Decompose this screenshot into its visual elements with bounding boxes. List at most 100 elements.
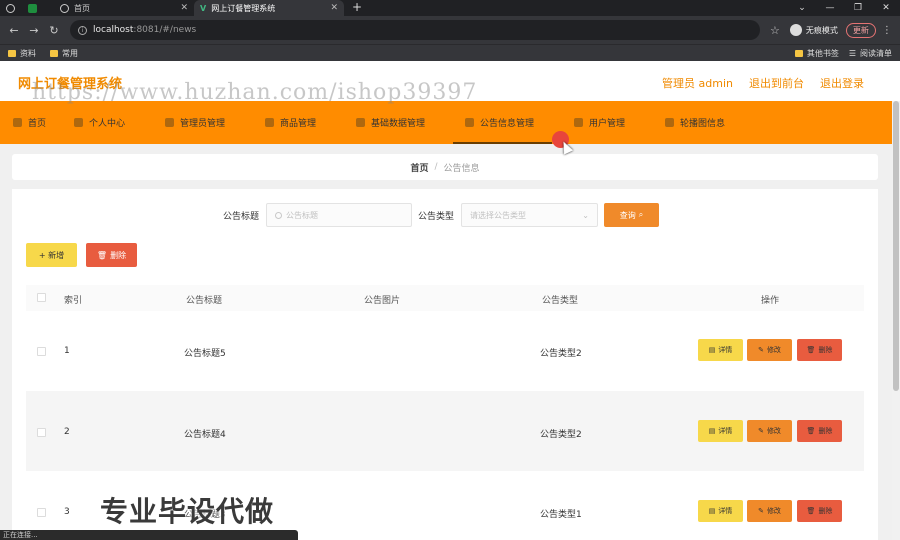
status-bar: 正在连接... [0,530,298,540]
browser-tab-pinned[interactable] [0,0,54,16]
col-index: 索引 [64,296,83,306]
add-label: + 新增 [38,250,65,260]
row-type: 公告类型2 [540,349,582,359]
folder-icon [794,49,803,57]
bookmark-label: 常用 [62,48,78,58]
query-button[interactable]: 查询 ⌕ [604,203,659,227]
close-window-icon[interactable]: ✕ [872,0,900,16]
edit-button[interactable]: ✎ 修改 [747,339,792,361]
detail-label: 详情 [718,346,733,354]
detail-button[interactable]: ▤ 详情 [698,339,743,361]
select-all-checkbox[interactable] [37,293,46,302]
row-index: 3 [64,507,70,517]
row-index: 1 [64,346,70,356]
chevron-down-icon: ⌄ [582,210,589,220]
update-button[interactable]: 更新 [845,22,876,38]
nav-item-home[interactable]: 首页 [13,101,46,144]
nav-label: 轮播图信息 [680,119,726,129]
app-icon [28,3,37,13]
delete-label: 删除 [110,250,127,260]
app-title: 网上订餐管理系统 [18,77,123,92]
back-to-front-link[interactable]: 退出到前台 [749,75,804,91]
star-icon[interactable]: ☆ [770,24,780,37]
col-image: 公告图片 [364,296,401,306]
nav-label: 个人中心 [89,119,126,129]
table-row: 2 公告标题4 公告类型2 ▤ 详情 ✎ 修改 🗑 删除 [26,391,864,471]
goods-icon [265,118,274,127]
reading-list[interactable]: ☰ 阅读清单 [849,48,892,59]
nav-item-carousel[interactable]: 轮播图信息 [665,101,725,144]
title-filter-label: 公告标题 [223,212,260,222]
notice-icon [465,118,474,127]
detail-label: 详情 [718,507,733,515]
back-icon[interactable]: ← [6,24,22,37]
bookmark-label: 资料 [20,48,36,58]
add-button[interactable]: + 新增 [26,243,77,267]
url-field[interactable]: i localhost:8081/#/news [70,20,760,40]
row-checkbox[interactable] [37,428,46,437]
detail-button[interactable]: ▤ 详情 [698,500,743,522]
url-host: localhost [93,25,134,35]
type-select[interactable]: 请选择公告类型 ⌄ [461,203,598,227]
reload-icon[interactable]: ↻ [46,24,62,37]
nav-item-base-data[interactable]: 基础数据管理 [356,101,425,144]
row-checkbox[interactable] [37,347,46,356]
table-header: 索引 公告标题 公告图片 公告类型 操作 [26,285,864,311]
new-tab-icon[interactable]: + [352,0,362,16]
batch-delete-button[interactable]: 🗑 删除 [86,243,137,267]
bookmark-folder[interactable]: 资料 [8,48,36,59]
nav-item-notices[interactable]: 公告信息管理 [452,101,553,144]
delete-label: 删除 [818,427,833,435]
tab-label: 首页 [74,3,90,13]
delete-button[interactable]: 🗑 删除 [797,339,842,361]
folder-icon [50,49,58,57]
scrollbar[interactable] [892,101,900,540]
reading-list-icon: ☰ [848,48,856,58]
nav-item-profile[interactable]: 个人中心 [74,101,125,144]
incognito-icon [789,24,802,36]
bookmark-folder[interactable]: 常用 [50,48,78,59]
edit-label: 修改 [766,346,781,354]
restore-icon[interactable]: ❐ [844,0,872,16]
info-icon[interactable]: i [78,25,87,35]
tab-label: 网上订餐管理系统 [211,3,276,13]
nav-item-users[interactable]: 用户管理 [574,101,625,144]
bookmarks-bar: 资料 常用 其他书签 ☰ 阅读清单 [0,44,900,61]
edit-button[interactable]: ✎ 修改 [747,420,792,442]
nav-label: 公告信息管理 [480,119,535,129]
breadcrumb-home[interactable]: 首页 [410,161,428,174]
nav-item-admins[interactable]: 管理员管理 [165,101,225,144]
user-label: 管理员 admin [662,77,733,90]
user-icon [74,118,83,127]
row-index: 2 [64,427,70,437]
pencil-icon: ✎ [758,346,764,354]
doc-icon: ▤ [708,346,716,354]
browser-tab-home[interactable]: 首页 ✕ [54,0,194,16]
content-panel: 公告标题 公告标题 公告类型 请选择公告类型 ⌄ 查询 ⌕ + 新增 🗑 删除 … [12,189,878,540]
close-icon[interactable]: ✕ [180,3,188,13]
detail-button[interactable]: ▤ 详情 [698,420,743,442]
folder-icon [8,49,16,57]
chevron-down-icon[interactable]: ⌄ [788,0,816,16]
edit-label: 修改 [766,507,781,515]
close-icon[interactable]: ✕ [330,3,338,13]
row-title: 公告标题4 [184,430,226,440]
scroll-thumb[interactable] [893,101,899,391]
minimize-icon[interactable]: — [816,0,844,16]
home-icon [13,118,22,127]
edit-button[interactable]: ✎ 修改 [747,500,792,522]
nav-label: 商品管理 [280,119,317,129]
nav-item-products[interactable]: 商品管理 [265,101,316,144]
more-menu-icon[interactable]: ⋮ [882,25,892,36]
forward-icon[interactable]: → [26,24,42,37]
row-checkbox[interactable] [37,508,46,517]
other-bookmarks[interactable]: 其他书签 [794,48,839,59]
title-search-input[interactable]: 公告标题 [266,203,412,227]
type-filter-label: 公告类型 [418,212,455,222]
delete-button[interactable]: 🗑 删除 [797,500,842,522]
logout-link[interactable]: 退出登录 [820,75,864,91]
browser-tab-active[interactable]: V 网上订餐管理系统 ✕ [194,0,344,16]
delete-button[interactable]: 🗑 删除 [797,420,842,442]
incognito-indicator[interactable]: 无痕模式 [789,24,838,36]
trash-icon: 🗑 [806,346,816,354]
